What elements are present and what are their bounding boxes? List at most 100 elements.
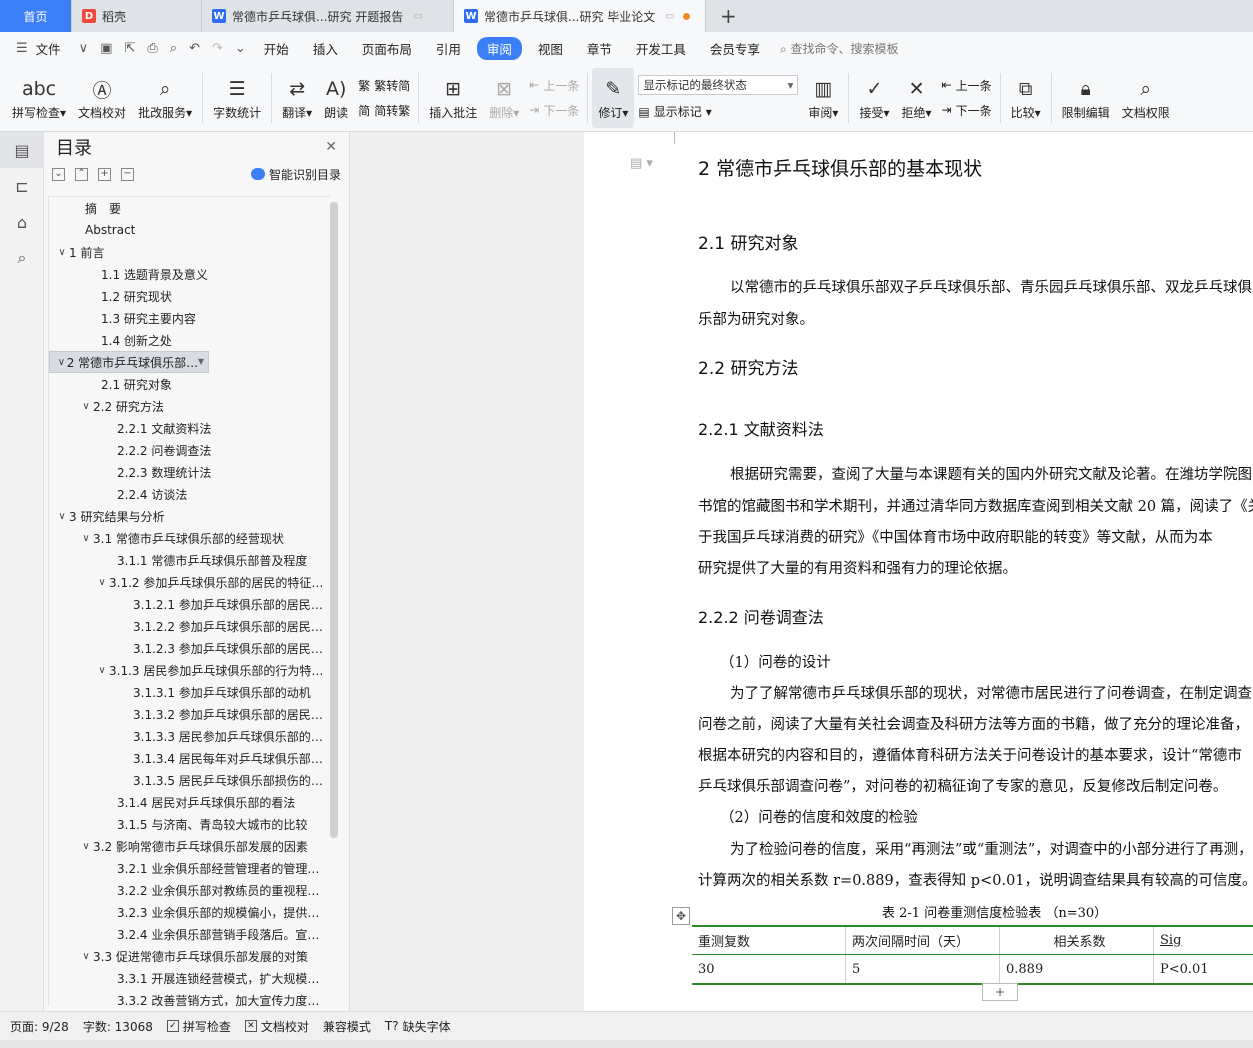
toc-item[interactable]: 2.1 研究对象 [49, 373, 330, 395]
to-simplified-button[interactable]: 简简转繁 [358, 102, 410, 119]
menu-review[interactable]: 审阅 [476, 36, 522, 60]
expand-all-icon[interactable]: ⌄ [52, 167, 65, 181]
table-header-cell[interactable]: Sig [1154, 927, 1253, 954]
page-indicator[interactable]: 页面: 9/28 [10, 1018, 69, 1035]
expand-chevron-icon[interactable]: ∨ [79, 951, 93, 962]
toc-item[interactable]: 3.2.3 业余俱乐部的规模偏小，提供的… [49, 901, 330, 923]
page-menu-icon[interactable]: ▤ ▾ [630, 156, 653, 171]
status-doc-proof[interactable]: ✕ 文档校对 [244, 1018, 309, 1035]
toc-item[interactable]: 2.2.3 数理统计法 [49, 461, 330, 483]
new-tab-button[interactable]: + [706, 0, 751, 32]
tab-daoke[interactable]: D 稻壳 [72, 0, 202, 32]
toc-item[interactable]: ∨2 常德市乒乓球俱乐部的基本现状 [49, 351, 209, 373]
chevron-down-icon[interactable]: ∨ [73, 41, 95, 56]
doc-rights-button[interactable]: ⌕ 文档权限 [1116, 68, 1176, 128]
toc-item[interactable]: 1.3 研究主要内容 [49, 307, 330, 329]
menu-view[interactable]: 视图 [526, 39, 575, 58]
menu-insert[interactable]: 插入 [301, 39, 350, 58]
section-nav-icon[interactable]: ⊏ [0, 168, 44, 204]
toc-item[interactable]: 3.2.2 业余俱乐部对教练员的重视程度… [49, 879, 330, 901]
next-comment-button[interactable]: ⇥ 下一条 [529, 102, 579, 119]
toc-item[interactable]: 2.2.4 访谈法 [49, 483, 330, 505]
delete-comment-button[interactable]: ⊠ 删除▾ [483, 68, 525, 128]
toc-item[interactable]: ∨ 3.3 促进常德市乒乓球俱乐部发展的对策 [49, 945, 330, 967]
close-icon[interactable]: ✕ [325, 139, 337, 155]
word-count-button[interactable]: ☰ 字数统计 [207, 68, 267, 128]
file-menu[interactable]: 文件 [34, 39, 73, 58]
annotate-service-button[interactable]: ⌕ 批改服务▾ [132, 68, 198, 128]
toc-item[interactable]: 3.1.3.2 参加乒乓球俱乐部的居民进… [49, 703, 330, 725]
toc-item[interactable]: 1.1 选题背景及意义 [49, 263, 330, 285]
expand-chevron-icon[interactable]: ∨ [95, 665, 109, 676]
to-traditional-button[interactable]: 繁繁转简 [358, 77, 410, 94]
toc-item[interactable]: 3.1.3.3 居民参加乒乓球俱乐部的频… [49, 725, 330, 747]
menu-developer[interactable]: 开发工具 [624, 39, 698, 58]
toc-item[interactable]: 3.1.2.3 参加乒乓球俱乐部的居民来… [49, 637, 330, 659]
expand-chevron-icon[interactable]: ∨ [56, 357, 67, 368]
expand-chevron-icon[interactable]: ∨ [79, 841, 93, 852]
expand-chevron-icon[interactable]: ∨ [79, 533, 93, 544]
toc-item[interactable]: 3.3.1 开展连锁经营模式，扩大规模效… [49, 967, 330, 989]
accept-button[interactable]: ✓ 接受▾ [853, 68, 895, 128]
track-changes-button[interactable]: ✎ 修订▾ [592, 67, 635, 128]
redo-icon[interactable]: ↷ [206, 41, 229, 56]
compat-mode[interactable]: 兼容模式 [323, 1018, 371, 1035]
insert-comment-button[interactable]: ⊞ 插入批注 [423, 68, 483, 128]
prev-comment-button[interactable]: ⇤ 上一条 [529, 77, 579, 94]
menu-member[interactable]: 会员专享 [698, 39, 772, 58]
remove-heading-icon[interactable]: − [121, 167, 134, 181]
toc-item[interactable]: ∨ 2.2 研究方法 [49, 395, 330, 417]
table-move-icon[interactable]: ✥ [672, 907, 690, 925]
toc-item[interactable]: 3.1.3.5 居民乒乓球俱乐部损伤的统… [49, 769, 330, 791]
toc-item[interactable]: ∨ 3.1.2 参加乒乓球俱乐部的居民的特征… [49, 571, 330, 593]
hamburger-icon[interactable]: ☰ [10, 41, 34, 56]
show-markup-button[interactable]: ▤ 显示标记 ▾ [638, 103, 798, 120]
tab-thesis-doc[interactable]: W 常德市乒乓球俱...研究 毕业论文 ▭ [454, 0, 706, 32]
toc-item[interactable]: ∨ 3.1 常德市乒乓球俱乐部的经营现状 [49, 527, 330, 549]
toc-item[interactable]: 3.1.5 与济南、青岛较大城市的比较 [49, 813, 330, 835]
missing-font[interactable]: T? 缺失字体 [385, 1018, 451, 1035]
collapse-all-icon[interactable]: ⌃ [75, 167, 88, 181]
reliability-table[interactable]: 重测复数 两次间隔时间（天） 相关系数 Sig 30 5 0.889 P<0.0… [692, 925, 1253, 985]
toc-panel-icon[interactable]: ▤ [0, 132, 44, 168]
table-cell[interactable]: 30 [692, 955, 846, 983]
menu-page-layout[interactable]: 页面布局 [350, 39, 424, 58]
toc-item[interactable]: ∨ 3.2 影响常德市乒乓球俱乐部发展的因素 [49, 835, 330, 857]
expand-chevron-icon[interactable]: ∨ [55, 247, 69, 258]
tab-proposal-doc[interactable]: W 常德市乒乓球俱...研究 开题报告 ▭ [202, 0, 454, 32]
toc-item[interactable]: 1.2 研究现状 [49, 285, 330, 307]
translate-button[interactable]: ⇄ 翻译▾ [276, 68, 318, 128]
table-header-cell[interactable]: 相关系数 [1000, 927, 1154, 954]
menu-chapter[interactable]: 章节 [575, 39, 624, 58]
save-icon[interactable]: ▣ [94, 41, 118, 56]
toc-item[interactable]: 3.1.2.2 参加乒乓球俱乐部的居民的… [49, 615, 330, 637]
read-aloud-button[interactable]: A) 朗读 [318, 68, 354, 128]
table-cell[interactable]: 0.889 [1000, 955, 1154, 983]
word-count-indicator[interactable]: 字数: 13068 [83, 1018, 153, 1035]
document-page[interactable]: ▤ ▾ 2 常德市乒乓球俱乐部的基本现状 2.1 研究对象 以常德市的乒乓球俱乐… [584, 132, 1253, 1011]
toc-item[interactable]: 3.1.4 居民对乒乓球俱乐部的看法 [49, 791, 330, 813]
toc-item[interactable]: 摘 要 [49, 197, 330, 219]
expand-chevron-icon[interactable]: ∨ [79, 401, 93, 412]
smart-toc-button[interactable]: 智能识别目录 [250, 166, 341, 183]
toc-item[interactable]: 3.2.4 业余俱乐部营销手段落后。宣传… [49, 923, 330, 945]
reject-button[interactable]: ✕ 拒绝▾ [896, 68, 938, 128]
add-row-icon[interactable]: + [982, 983, 1018, 1001]
expand-chevron-icon[interactable]: ∨ [55, 511, 69, 522]
toc-item[interactable]: 1.4 创新之处 [49, 329, 330, 351]
toc-scrollbar[interactable] [330, 202, 338, 838]
expand-chevron-icon[interactable]: ∨ [95, 577, 109, 588]
menu-start[interactable]: 开始 [252, 39, 301, 58]
next-change-button[interactable]: ⇥ 下一条 [942, 102, 992, 119]
command-search[interactable]: ⌕ 查找命令、搜索模板 [780, 40, 899, 57]
menu-references[interactable]: 引用 [424, 39, 473, 58]
more-icon[interactable]: ⌄ [229, 41, 252, 56]
status-spellcheck[interactable]: ✓ 拼写检查 [166, 1018, 231, 1035]
table-cell[interactable]: P<0.01 [1154, 955, 1253, 983]
toc-item[interactable]: ∨ 3 研究结果与分析 [49, 505, 330, 527]
toc-item[interactable]: 3.2.1 业余俱乐部经营管理者的管理能… [49, 857, 330, 879]
tab-home[interactable]: 首页 [0, 0, 72, 32]
markup-mode-select[interactable]: 显示标记的最终状态 [638, 75, 799, 95]
toc-item[interactable]: ∨ 1 前言 [49, 241, 330, 263]
print-preview-icon[interactable]: ⌕ [164, 41, 183, 56]
